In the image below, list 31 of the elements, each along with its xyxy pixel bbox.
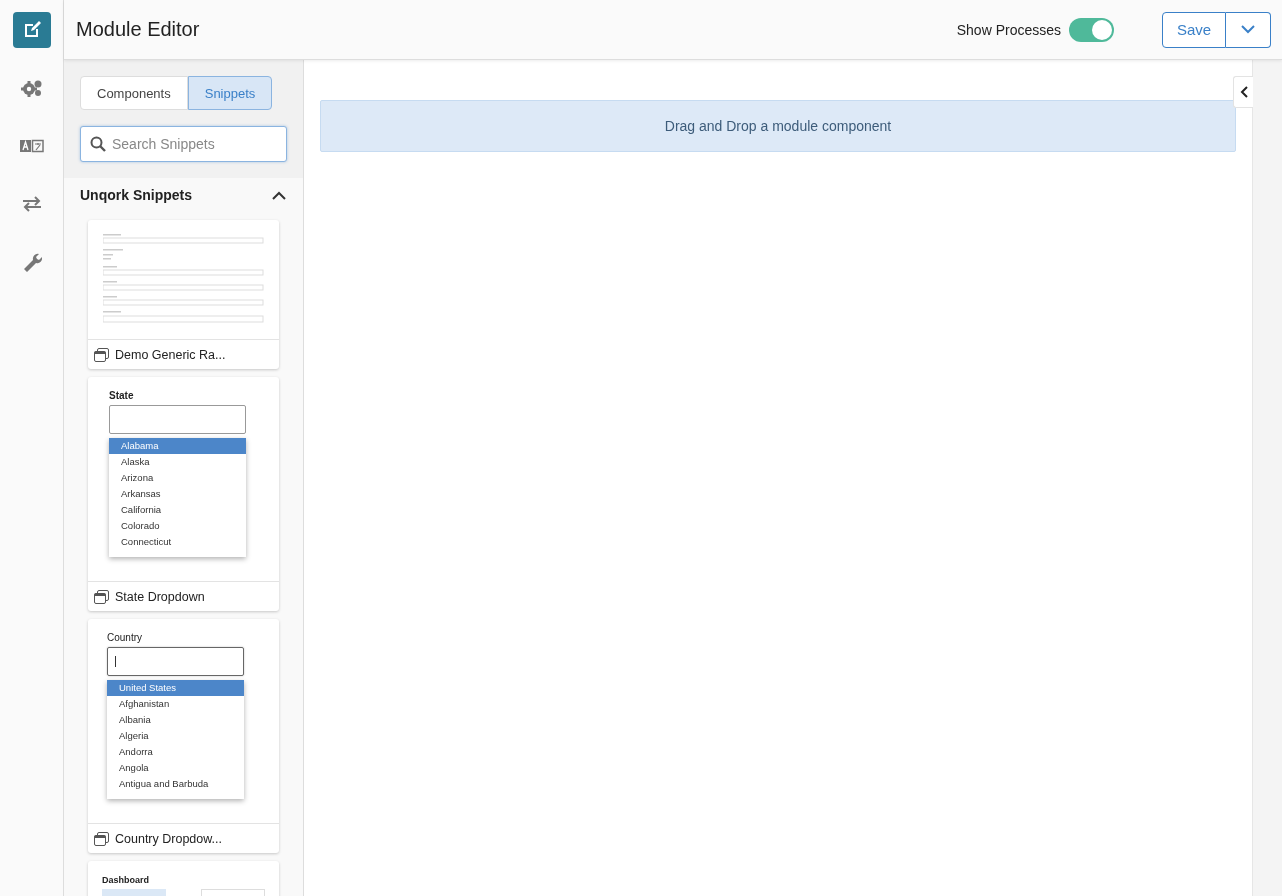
snippet-card[interactable]: State Alabama Alaska Arizona Arkansas California Colorado Connecticut State Dropdown xyxy=(88,377,279,611)
dropdown-option: Angola xyxy=(107,760,244,776)
section-header[interactable]: Unqork Snippets xyxy=(80,178,287,212)
dropdown-option: Alaska xyxy=(109,454,246,470)
dropdown-option: Arkansas xyxy=(109,486,246,502)
page-title: Module Editor xyxy=(76,18,200,41)
dropdown-option: Connecticut xyxy=(109,534,246,550)
save-button[interactable]: Save xyxy=(1162,11,1226,48)
preview-title: Dashboard xyxy=(102,875,149,885)
snippet-card[interactable]: Demo Generic Ra... xyxy=(88,220,279,369)
snippet-card[interactable]: Dashboard xyxy=(88,861,279,896)
dropdown-option: Antigua and Barbuda xyxy=(107,776,244,792)
dropdown-option: Colorado xyxy=(109,518,246,534)
tab[interactable]: Components xyxy=(80,76,188,110)
dropdown-option: Afghanistan xyxy=(107,696,244,712)
dropdown-option: Alabama xyxy=(109,438,246,454)
field-label: Country xyxy=(107,632,143,643)
drop-zone: Drag and Drop a module component xyxy=(320,100,1236,152)
field-label: State xyxy=(109,390,135,401)
dropdown-option: Albania xyxy=(107,712,244,728)
dropdown-option: Arizona xyxy=(109,470,246,486)
dropdown-option: California xyxy=(109,502,246,518)
dropdown-option: Andorra xyxy=(107,744,244,760)
snippet-name: Demo Generic Ra... xyxy=(115,347,226,362)
dropdown-option: Algeria xyxy=(107,728,244,744)
toggle-label: Show Processes xyxy=(956,21,1061,38)
snippet-name: State Dropdown xyxy=(115,589,205,604)
search-field[interactable]: Search Snippets xyxy=(80,126,287,162)
snippet-name: Country Dropdow... xyxy=(115,831,222,846)
dropdown-option: United States xyxy=(107,680,244,696)
snippet-card[interactable]: Country United States Afghanistan Albania Algeria Andorra Angola Antigua and Barbuda Country Dropdow... xyxy=(88,619,279,853)
